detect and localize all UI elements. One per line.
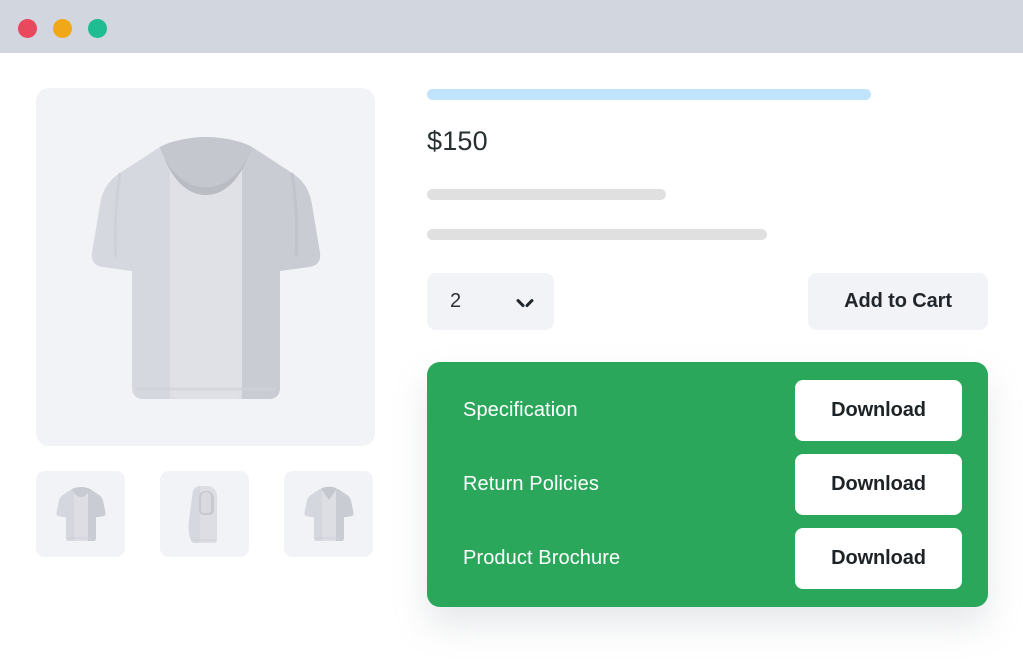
description-placeholder-line-1 (427, 189, 666, 200)
tshirt-back-thumbnail (55, 487, 106, 541)
app-window: $150 2 Add to Cart Specification Downloa… (0, 0, 1023, 670)
window-controls (18, 19, 107, 38)
thumbnail-2[interactable] (160, 471, 249, 557)
title-bar (0, 0, 1023, 53)
close-button[interactable] (18, 19, 37, 38)
product-hero-image[interactable] (36, 88, 375, 446)
download-button-return-policies[interactable]: Download (795, 454, 962, 515)
download-row-label: Specification (463, 399, 578, 421)
download-row: Return Policies Download (463, 454, 962, 515)
page-content: $150 2 Add to Cart Specification Downloa… (0, 53, 1023, 670)
product-details: $150 2 Add to Cart Specification Downloa… (427, 88, 988, 607)
download-button-product-brochure[interactable]: Download (795, 528, 962, 589)
maximize-button[interactable] (88, 19, 107, 38)
tshirt-side-thumbnail (188, 486, 217, 543)
download-row-label: Return Policies (463, 473, 600, 495)
product-gallery (36, 88, 375, 557)
download-row: Specification Download (463, 380, 962, 441)
product-price: $150 (427, 126, 488, 156)
description-placeholder-line-2 (427, 229, 767, 240)
thumbnail-3[interactable] (284, 471, 373, 557)
product-thumbnails (36, 471, 375, 557)
download-row-label: Product Brochure (463, 547, 621, 569)
product-title-placeholder (427, 89, 871, 100)
downloads-panel: Specification Download Return Policies D… (427, 362, 988, 607)
purchase-actions: 2 Add to Cart (427, 273, 988, 330)
add-to-cart-button[interactable]: Add to Cart (808, 273, 988, 330)
download-row: Product Brochure Download (463, 528, 962, 589)
quantity-select[interactable]: 2 (427, 273, 554, 330)
tshirt-front-thumbnail (303, 486, 354, 541)
download-button-specification[interactable]: Download (795, 380, 962, 441)
thumbnail-1[interactable] (36, 471, 125, 557)
tshirt-front-image (91, 136, 320, 399)
minimize-button[interactable] (53, 19, 72, 38)
quantity-value: 2 (450, 290, 462, 312)
chevron-down-icon (517, 297, 533, 307)
